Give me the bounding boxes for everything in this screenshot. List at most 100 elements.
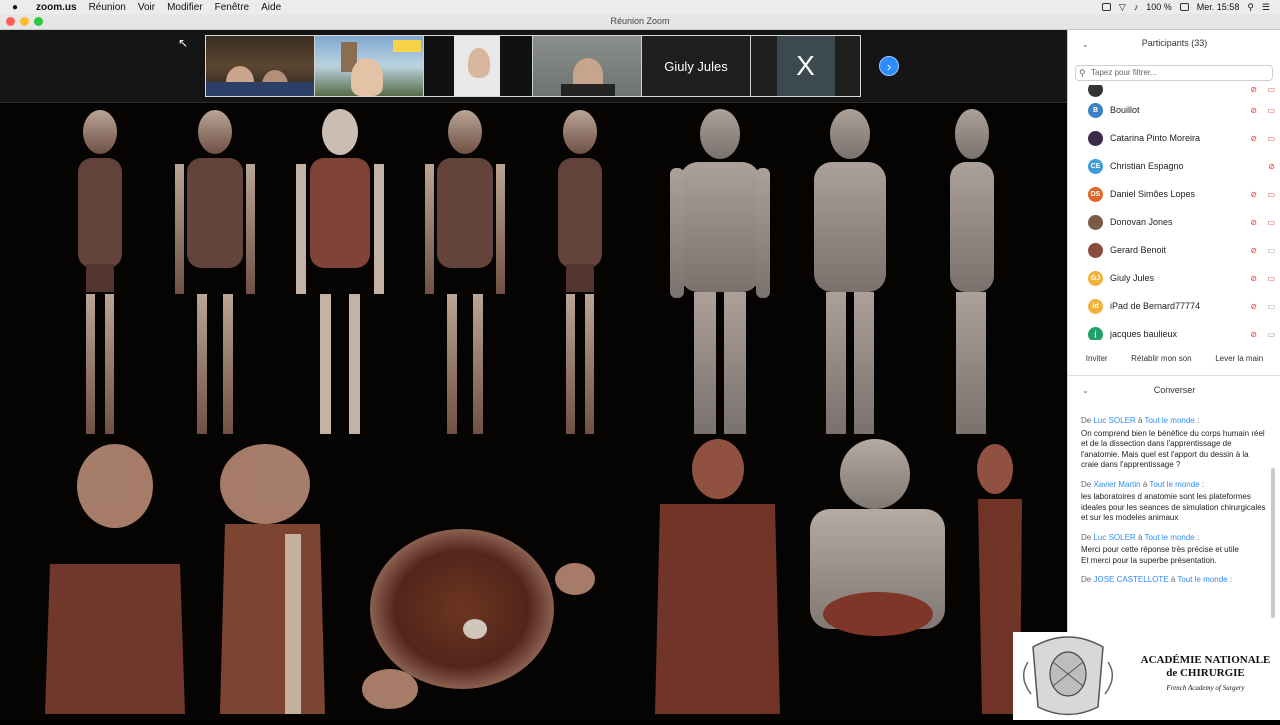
avatar: j (1088, 326, 1103, 340)
chat-sender-line: De Luc SOLER à Tout le monde : (1081, 532, 1200, 542)
mic-muted-icon[interactable]: ⊘ (1250, 330, 1257, 339)
camera-icon[interactable]: ▭ (1267, 330, 1275, 339)
section-renderings (45, 439, 1022, 714)
participant-row[interactable]: Gerard Benoit ⊘ ▭ (1068, 236, 1280, 264)
chat-messages: De Luc SOLER à Tout le monde : On compre… (1081, 416, 1266, 588)
video-gallery-strip: Giuly Jules X › (0, 30, 1067, 103)
mic-muted-icon[interactable]: ⊘ (1250, 302, 1257, 311)
participant-name: iPad de Bernard77774 (1110, 301, 1201, 311)
wifi-icon[interactable]: ▽ (1119, 2, 1126, 13)
title-bar: Réunion Zoom (0, 14, 1280, 30)
video-tile[interactable] (533, 36, 642, 96)
camera-icon[interactable]: ▭ (1267, 302, 1275, 311)
participants-actions: Inviter Rétablir mon son Lever la main (1068, 348, 1280, 368)
avatar (1088, 214, 1103, 230)
tile-participant-name: X (796, 50, 815, 81)
search-icon: ⚲ (1079, 68, 1086, 78)
menu-voir[interactable]: Voir (138, 2, 155, 13)
participant-row[interactable]: B Bouillot ⊘ ▭ (1068, 96, 1280, 124)
chat-header: Converser (1153, 385, 1196, 395)
mic-muted-icon[interactable]: ⊘ (1250, 274, 1257, 283)
side-panel: ⌄ Participants (33) ⚲ Tapez pour filtrer… (1067, 30, 1280, 720)
academy-subtitle: French Academy of Surgery (1166, 684, 1245, 692)
participant-row[interactable]: DS Daniel Simões Lopes ⊘ ▭ (1068, 180, 1280, 208)
camera-off-icon[interactable]: ▭ (1267, 134, 1275, 143)
clock[interactable]: Mer. 15:58 (1197, 2, 1240, 12)
avatar: id (1088, 298, 1103, 314)
participant-name: Giuly Jules (1110, 273, 1155, 283)
participant-name: jacques baulieux (1110, 329, 1178, 339)
camera-off-icon[interactable]: ▭ (1267, 190, 1275, 199)
volume-icon[interactable]: ♪ (1134, 2, 1139, 12)
participants-list: ⊘ ▭ B Bouillot ⊘ ▭ Catarina Pinto Moreir… (1068, 85, 1280, 340)
apple-icon[interactable]: ● (12, 2, 26, 13)
shared-screen-image (0, 104, 1067, 720)
menu-fenetre[interactable]: Fenêtre (215, 2, 249, 13)
participant-row[interactable]: Donovan Jones ⊘ ▭ (1068, 208, 1280, 236)
camera-off-icon[interactable]: ▭ (1267, 274, 1275, 283)
mic-muted-icon[interactable]: ⊘ (1250, 246, 1257, 255)
unmute-button[interactable]: Rétablir mon son (1127, 352, 1195, 365)
camera-off-icon[interactable]: ▭ (1267, 218, 1275, 227)
participant-row[interactable]: Catarina Pinto Moreira ⊘ ▭ (1068, 124, 1280, 152)
academy-crest-icon (1022, 636, 1114, 716)
mic-muted-icon[interactable]: ⊘ (1250, 134, 1257, 143)
participant-name: Christian Espagno (1110, 161, 1184, 171)
chat-sender-line: De Luc SOLER à Tout le monde : (1081, 416, 1200, 425)
battery-icon[interactable] (1179, 3, 1189, 11)
participant-name: Daniel Simões Lopes (1110, 189, 1196, 199)
video-tile[interactable] (315, 36, 424, 96)
mic-muted-icon[interactable]: ⊘ (1250, 106, 1257, 115)
avatar (1088, 130, 1103, 146)
chat-sender-line: De Xavier Martin à Tout le monde : (1081, 479, 1205, 489)
chat-message: Merci pour cette réponse très précise et… (1081, 545, 1239, 554)
participant-row[interactable]: j jacques baulieux ⊘ ▭ (1068, 320, 1280, 340)
video-tile-name-only[interactable]: Giuly Jules (642, 36, 751, 96)
participant-row[interactable]: GJ Giuly Jules ⊘ ▭ (1068, 264, 1280, 292)
academy-logo: ACADÉMIE NATIONALE de CHIRURGIE French A… (1013, 632, 1280, 720)
participant-name: Bouillot (1110, 105, 1140, 115)
menu-list-icon[interactable]: ☰ (1262, 2, 1270, 13)
menu-aide[interactable]: Aide (261, 2, 281, 13)
mic-muted-icon[interactable]: ⊘ (1250, 218, 1257, 227)
camera-off-icon[interactable]: ▭ (1267, 85, 1275, 94)
chat-message: On comprend bien le bénéfice du corps hu… (1081, 428, 1265, 470)
mic-muted-icon[interactable]: ⊘ (1250, 190, 1257, 199)
participant-row[interactable]: CE Christian Espagno ⊘ (1068, 152, 1280, 180)
menu-bar: ● zoom.us Réunion Voir Modifier Fenêtre … (0, 0, 1280, 14)
raise-hand-button[interactable]: Lever la main (1211, 352, 1267, 365)
mic-muted-icon[interactable]: ⊘ (1268, 162, 1275, 171)
divider (1068, 375, 1280, 376)
mic-muted-icon[interactable]: ⊘ (1250, 85, 1257, 94)
mouse-cursor-icon: ↖ (178, 36, 189, 50)
spotlight-icon[interactable]: ⚲ (1247, 2, 1254, 13)
tile-participant-name: Giuly Jules (664, 58, 728, 74)
menu-app[interactable]: zoom.us (36, 2, 77, 13)
participant-row[interactable]: id iPad de Bernard77774 ⊘ ▭ (1068, 292, 1280, 320)
avatar (1088, 242, 1103, 258)
menu-reunion[interactable]: Réunion (89, 2, 126, 13)
chevron-right-icon[interactable]: › (879, 56, 899, 76)
participants-search-input[interactable]: ⚲ Tapez pour filtrer... (1075, 65, 1273, 81)
camera-off-icon[interactable]: ▭ (1267, 106, 1275, 115)
academy-name: ACADÉMIE NATIONALE de CHIRURGIE (1140, 654, 1271, 679)
skeleton-figures (78, 109, 602, 434)
video-tile[interactable] (206, 36, 315, 96)
camera-icon[interactable]: ▭ (1267, 246, 1275, 255)
avatar (1088, 85, 1103, 97)
participants-header: Participants (33) (1141, 38, 1208, 48)
participant-name: Donovan Jones (1110, 217, 1173, 227)
chat-sender-line: De JOSE CASTELLOTE à Tout le monde : (1081, 575, 1233, 584)
status-area: ▽ ♪ 100 % Mer. 15:58 ⚲ ☰ (1101, 0, 1270, 14)
participant-name: Gerard Benoit (1110, 245, 1167, 255)
menu-modifier[interactable]: Modifier (167, 2, 203, 13)
search-placeholder: Tapez pour filtrer... (1091, 68, 1157, 77)
invite-button[interactable]: Inviter (1082, 352, 1112, 365)
zoom-status-icon[interactable] (1101, 3, 1111, 11)
battery-percent: 100 % (1146, 2, 1172, 12)
chat-message: Et merci pour la superbe présentation. (1081, 555, 1217, 565)
chat-scrollbar[interactable] (1271, 468, 1275, 618)
video-tile[interactable] (424, 36, 533, 96)
video-tile-name-only[interactable]: X (751, 36, 860, 96)
avatar: CE (1088, 158, 1103, 174)
